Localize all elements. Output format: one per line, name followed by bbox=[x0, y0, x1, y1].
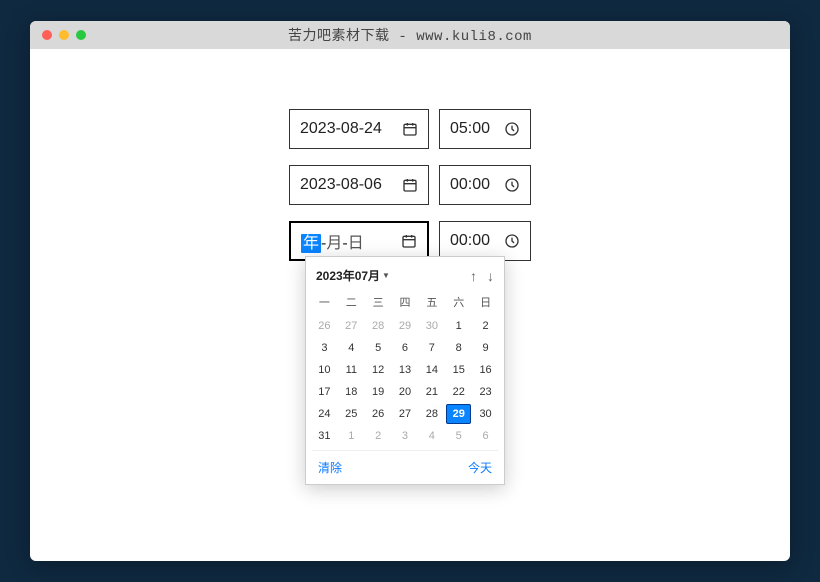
date-value: 2023-08-06 bbox=[300, 176, 382, 194]
calendar-day[interactable]: 10 bbox=[312, 360, 337, 380]
calendar-day[interactable]: 2 bbox=[473, 316, 498, 336]
year-segment[interactable]: 年 bbox=[301, 234, 321, 253]
calendar-grid: 一二三四五六日262728293012345678910111213141516… bbox=[312, 290, 498, 446]
time-value: 05:00 bbox=[450, 120, 490, 138]
calendar-day[interactable]: 7 bbox=[419, 338, 444, 358]
calendar-icon bbox=[402, 177, 418, 193]
calendar-day[interactable]: 3 bbox=[312, 338, 337, 358]
time-input-1[interactable]: 05:00 bbox=[439, 109, 531, 149]
weekday-header: 六 bbox=[446, 290, 471, 314]
calendar-day[interactable]: 17 bbox=[312, 382, 337, 402]
calendar-day[interactable]: 23 bbox=[473, 382, 498, 402]
clock-icon bbox=[504, 233, 520, 249]
weekday-header: 三 bbox=[366, 290, 391, 314]
datetime-row-2: 2023-08-06 00:00 bbox=[289, 165, 531, 205]
today-button[interactable]: 今天 bbox=[468, 459, 492, 476]
clock-icon bbox=[504, 177, 520, 193]
date-placeholder: 年-月-日 bbox=[301, 229, 364, 253]
maximize-icon[interactable] bbox=[76, 30, 86, 40]
calendar-day[interactable]: 21 bbox=[419, 382, 444, 402]
next-month-button[interactable]: ↓ bbox=[487, 268, 494, 284]
datetime-row-3: 年-月-日 00:00 bbox=[289, 221, 531, 261]
time-value: 00:00 bbox=[450, 232, 490, 250]
calendar-day[interactable]: 1 bbox=[446, 316, 471, 336]
calendar-footer: 清除 今天 bbox=[312, 450, 498, 478]
calendar-day[interactable]: 8 bbox=[446, 338, 471, 358]
calendar-icon bbox=[401, 233, 417, 249]
calendar-day[interactable]: 25 bbox=[339, 404, 364, 424]
calendar-day[interactable]: 5 bbox=[366, 338, 391, 358]
calendar-day[interactable]: 26 bbox=[366, 404, 391, 424]
clock-icon bbox=[504, 121, 520, 137]
weekday-header: 日 bbox=[473, 290, 498, 314]
time-value: 00:00 bbox=[450, 176, 490, 194]
calendar-day[interactable]: 30 bbox=[419, 316, 444, 336]
day-segment[interactable]: 日 bbox=[348, 235, 364, 252]
calendar-day[interactable]: 2 bbox=[366, 426, 391, 446]
calendar-nav: ↑ ↓ bbox=[470, 268, 494, 284]
window-title: 苦力吧素材下载 - www.kuli8.com bbox=[30, 25, 790, 45]
calendar-day[interactable]: 14 bbox=[419, 360, 444, 380]
date-picker-popup: 2023年07月 ▼ ↑ ↓ 一二三四五六日262728293012345678… bbox=[305, 256, 505, 485]
weekday-header: 五 bbox=[419, 290, 444, 314]
clear-button[interactable]: 清除 bbox=[318, 459, 342, 476]
content-area: 2023-08-24 05:00 2023-08-06 00:00 bbox=[30, 49, 790, 261]
weekday-header: 二 bbox=[339, 290, 364, 314]
calendar-day[interactable]: 6 bbox=[473, 426, 498, 446]
calendar-day[interactable]: 31 bbox=[312, 426, 337, 446]
prev-month-button[interactable]: ↑ bbox=[470, 268, 477, 284]
calendar-day[interactable]: 24 bbox=[312, 404, 337, 424]
calendar-day[interactable]: 12 bbox=[366, 360, 391, 380]
time-input-3[interactable]: 00:00 bbox=[439, 221, 531, 261]
date-input-3[interactable]: 年-月-日 bbox=[289, 221, 429, 261]
close-icon[interactable] bbox=[42, 30, 52, 40]
calendar-day[interactable]: 19 bbox=[366, 382, 391, 402]
date-value: 2023-08-24 bbox=[300, 120, 382, 138]
calendar-day[interactable]: 30 bbox=[473, 404, 498, 424]
calendar-day[interactable]: 4 bbox=[339, 338, 364, 358]
calendar-day[interactable]: 5 bbox=[446, 426, 471, 446]
weekday-header: 一 bbox=[312, 290, 337, 314]
calendar-day[interactable]: 22 bbox=[446, 382, 471, 402]
app-window: 苦力吧素材下载 - www.kuli8.com 2023-08-24 05:00… bbox=[30, 21, 790, 561]
calendar-day[interactable]: 26 bbox=[312, 316, 337, 336]
calendar-day[interactable]: 18 bbox=[339, 382, 364, 402]
weekday-header: 四 bbox=[393, 290, 418, 314]
calendar-day[interactable]: 29 bbox=[393, 316, 418, 336]
minimize-icon[interactable] bbox=[59, 30, 69, 40]
time-input-2[interactable]: 00:00 bbox=[439, 165, 531, 205]
calendar-header: 2023年07月 ▼ ↑ ↓ bbox=[312, 265, 498, 290]
calendar-month-year-button[interactable]: 2023年07月 ▼ bbox=[316, 267, 390, 284]
calendar-day[interactable]: 13 bbox=[393, 360, 418, 380]
window-controls bbox=[42, 30, 86, 40]
datetime-row-1: 2023-08-24 05:00 bbox=[289, 109, 531, 149]
calendar-day[interactable]: 20 bbox=[393, 382, 418, 402]
calendar-day[interactable]: 9 bbox=[473, 338, 498, 358]
calendar-day[interactable]: 4 bbox=[419, 426, 444, 446]
calendar-day[interactable]: 15 bbox=[446, 360, 471, 380]
chevron-down-icon: ▼ bbox=[382, 271, 390, 280]
date-input-2[interactable]: 2023-08-06 bbox=[289, 165, 429, 205]
calendar-day[interactable]: 16 bbox=[473, 360, 498, 380]
month-segment[interactable]: 月 bbox=[326, 235, 342, 252]
calendar-day[interactable]: 1 bbox=[339, 426, 364, 446]
calendar-day[interactable]: 27 bbox=[393, 404, 418, 424]
titlebar: 苦力吧素材下载 - www.kuli8.com bbox=[30, 21, 790, 49]
calendar-icon bbox=[402, 121, 418, 137]
calendar-day[interactable]: 11 bbox=[339, 360, 364, 380]
calendar-day[interactable]: 28 bbox=[366, 316, 391, 336]
date-input-1[interactable]: 2023-08-24 bbox=[289, 109, 429, 149]
calendar-day[interactable]: 28 bbox=[419, 404, 444, 424]
calendar-day-selected[interactable]: 29 bbox=[446, 404, 471, 424]
calendar-day[interactable]: 27 bbox=[339, 316, 364, 336]
calendar-day[interactable]: 6 bbox=[393, 338, 418, 358]
calendar-day[interactable]: 3 bbox=[393, 426, 418, 446]
